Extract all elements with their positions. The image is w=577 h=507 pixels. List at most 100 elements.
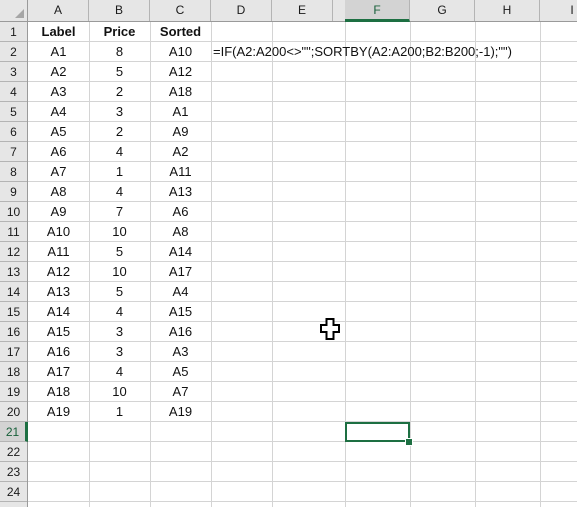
- cell-c7-sorted[interactable]: A2: [150, 142, 211, 162]
- cell-c19-sorted[interactable]: A7: [150, 382, 211, 402]
- cell-b3-price[interactable]: 5: [89, 62, 150, 82]
- cell-b6-price[interactable]: 2: [89, 122, 150, 142]
- cell-a12-label[interactable]: A11: [28, 242, 89, 262]
- column-header-d[interactable]: D: [211, 0, 272, 21]
- cell-b11-price[interactable]: 10: [89, 222, 150, 242]
- cell-c12-sorted[interactable]: A14: [150, 242, 211, 262]
- cell-b10-price[interactable]: 7: [89, 202, 150, 222]
- cell-b17-price[interactable]: 3: [89, 342, 150, 362]
- cell-c18-sorted[interactable]: A5: [150, 362, 211, 382]
- cell-c4-sorted[interactable]: A18: [150, 82, 211, 102]
- cell-b8-price[interactable]: 1: [89, 162, 150, 182]
- row-header-8[interactable]: 8: [0, 162, 27, 182]
- row-header-17[interactable]: 17: [0, 342, 27, 362]
- cell-b20-price[interactable]: 1: [89, 402, 150, 422]
- row-header-7[interactable]: 7: [0, 142, 27, 162]
- row-header-22[interactable]: 22: [0, 442, 27, 462]
- row-header-23[interactable]: 23: [0, 462, 27, 482]
- cell-b19-price[interactable]: 10: [89, 382, 150, 402]
- cell-c9-sorted[interactable]: A13: [150, 182, 211, 202]
- cell-a1-header-label[interactable]: Label: [28, 22, 89, 42]
- cell-b12-price[interactable]: 5: [89, 242, 150, 262]
- row-header-24[interactable]: 24: [0, 482, 27, 502]
- row-header-4[interactable]: 4: [0, 82, 27, 102]
- fill-handle[interactable]: [405, 438, 413, 446]
- cell-d2-formula[interactable]: =IF(A2:A200<>"";SORTBY(A2:A200;B2:B200;-…: [211, 42, 512, 62]
- cell-a11-label[interactable]: A10: [28, 222, 89, 242]
- cell-a8-label[interactable]: A7: [28, 162, 89, 182]
- gridline-vertical: [540, 22, 541, 507]
- cell-b5-price[interactable]: 3: [89, 102, 150, 122]
- row-header-6[interactable]: 6: [0, 122, 27, 142]
- cell-b13-price[interactable]: 10: [89, 262, 150, 282]
- row-header-18[interactable]: 18: [0, 362, 27, 382]
- row-header-9[interactable]: 9: [0, 182, 27, 202]
- column-header-f[interactable]: F: [345, 0, 410, 22]
- cell-b14-price[interactable]: 5: [89, 282, 150, 302]
- cell-a3-label[interactable]: A2: [28, 62, 89, 82]
- cell-c13-sorted[interactable]: A17: [150, 262, 211, 282]
- cell-c11-sorted[interactable]: A8: [150, 222, 211, 242]
- column-header-g[interactable]: G: [410, 0, 475, 21]
- gridline-vertical: [410, 22, 411, 507]
- spreadsheet-grid-area[interactable]: ABCDEFGHI 1 2 3 4 5 6 7 8 9 10 11 12 13 14 15 16 17 18 19 2…: [0, 0, 577, 507]
- column-header-b[interactable]: B: [89, 0, 150, 21]
- cell-a7-label[interactable]: A6: [28, 142, 89, 162]
- select-all-corner-button[interactable]: [0, 0, 28, 22]
- row-header-21[interactable]: 21: [0, 422, 28, 442]
- cell-a18-label[interactable]: A17: [28, 362, 89, 382]
- cell-b4-price[interactable]: 2: [89, 82, 150, 102]
- cell-c2-sorted[interactable]: A10: [150, 42, 211, 62]
- column-header-h[interactable]: H: [475, 0, 540, 21]
- cell-c16-sorted[interactable]: A16: [150, 322, 211, 342]
- cell-c20-sorted[interactable]: A19: [150, 402, 211, 422]
- cell-b16-price[interactable]: 3: [89, 322, 150, 342]
- cell-a10-label[interactable]: A9: [28, 202, 89, 222]
- cell-c10-sorted[interactable]: A6: [150, 202, 211, 222]
- cell-b7-price[interactable]: 4: [89, 142, 150, 162]
- cell-c5-sorted[interactable]: A1: [150, 102, 211, 122]
- row-header-3[interactable]: 3: [0, 62, 27, 82]
- cell-b2-price[interactable]: 8: [89, 42, 150, 62]
- column-header-i[interactable]: I: [540, 0, 577, 21]
- cell-c6-sorted[interactable]: A9: [150, 122, 211, 142]
- cell-a17-label[interactable]: A16: [28, 342, 89, 362]
- row-header-11[interactable]: 11: [0, 222, 27, 242]
- row-header-10[interactable]: 10: [0, 202, 27, 222]
- cell-a16-label[interactable]: A15: [28, 322, 89, 342]
- cell-a5-label[interactable]: A4: [28, 102, 89, 122]
- row-header-2[interactable]: 2: [0, 42, 27, 62]
- row-header-19[interactable]: 19: [0, 382, 27, 402]
- cell-a6-label[interactable]: A5: [28, 122, 89, 142]
- row-header-13[interactable]: 13: [0, 262, 27, 282]
- cell-a13-label[interactable]: A12: [28, 262, 89, 282]
- cell-b1-header-price[interactable]: Price: [89, 22, 150, 42]
- column-header-a[interactable]: A: [28, 0, 89, 21]
- row-header-1[interactable]: 1: [0, 22, 27, 42]
- cell-a2-label[interactable]: A1: [28, 42, 89, 62]
- row-header-15[interactable]: 15: [0, 302, 27, 322]
- row-header-14[interactable]: 14: [0, 282, 27, 302]
- cell-c14-sorted[interactable]: A4: [150, 282, 211, 302]
- cell-grid[interactable]: Label Price Sorted A1 8 A10 A2 5 A12 A3 2 A18 A4 3 A1 A…: [28, 22, 577, 507]
- cell-b15-price[interactable]: 4: [89, 302, 150, 322]
- cell-c1-header-sorted[interactable]: Sorted: [150, 22, 211, 42]
- cell-b9-price[interactable]: 4: [89, 182, 150, 202]
- cell-a20-label[interactable]: A19: [28, 402, 89, 422]
- row-header-5[interactable]: 5: [0, 102, 27, 122]
- cell-a15-label[interactable]: A14: [28, 302, 89, 322]
- cell-a9-label[interactable]: A8: [28, 182, 89, 202]
- cell-b18-price[interactable]: 4: [89, 362, 150, 382]
- column-header-e[interactable]: E: [272, 0, 333, 21]
- cell-c17-sorted[interactable]: A3: [150, 342, 211, 362]
- cell-a14-label[interactable]: A13: [28, 282, 89, 302]
- row-header-20[interactable]: 20: [0, 402, 27, 422]
- cell-c3-sorted[interactable]: A12: [150, 62, 211, 82]
- cell-c15-sorted[interactable]: A15: [150, 302, 211, 322]
- cell-c8-sorted[interactable]: A11: [150, 162, 211, 182]
- row-header-16[interactable]: 16: [0, 322, 27, 342]
- cell-a19-label[interactable]: A18: [28, 382, 89, 402]
- row-header-12[interactable]: 12: [0, 242, 27, 262]
- column-header-c[interactable]: C: [150, 0, 211, 21]
- cell-a4-label[interactable]: A3: [28, 82, 89, 102]
